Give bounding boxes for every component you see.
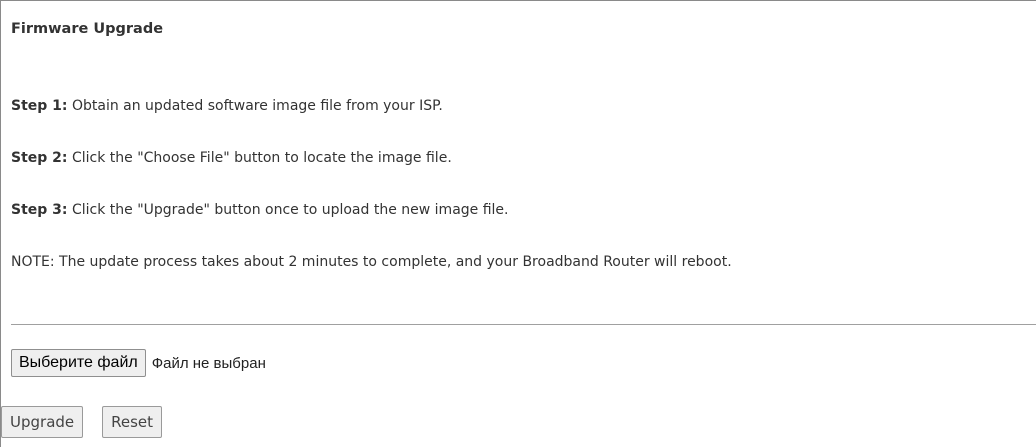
reset-button[interactable]: Reset — [102, 406, 163, 438]
file-status-text: Файл не выбран — [151, 354, 266, 372]
step-2-text: Click the "Choose File" button to locate… — [67, 150, 452, 166]
step-2-instruction: Step 2: Click the "Choose File" button t… — [11, 150, 452, 166]
page-title: Firmware Upgrade — [11, 21, 164, 37]
choose-file-button[interactable]: Выберите файл — [11, 349, 146, 377]
step-2-label: Step 2: — [11, 150, 68, 166]
step-1-text: Obtain an updated software image file fr… — [67, 98, 443, 114]
section-divider — [11, 324, 1036, 325]
upgrade-button[interactable]: Upgrade — [1, 406, 84, 438]
step-3-text: Click the "Upgrade" button once to uploa… — [67, 202, 509, 218]
step-3-instruction: Step 3: Click the "Upgrade" button once … — [11, 202, 509, 218]
step-1-label: Step 1: — [11, 98, 68, 114]
file-input[interactable]: Выберите файл Файл не выбран — [11, 348, 266, 378]
step-1-instruction: Step 1: Obtain an updated software image… — [11, 98, 443, 114]
firmware-upgrade-panel: Firmware Upgrade Step 1: Obtain an updat… — [0, 0, 1036, 447]
action-buttons: Upgrade Reset — [1, 406, 163, 438]
note-text: NOTE: The update process takes about 2 m… — [11, 254, 732, 270]
step-3-label: Step 3: — [11, 202, 68, 218]
